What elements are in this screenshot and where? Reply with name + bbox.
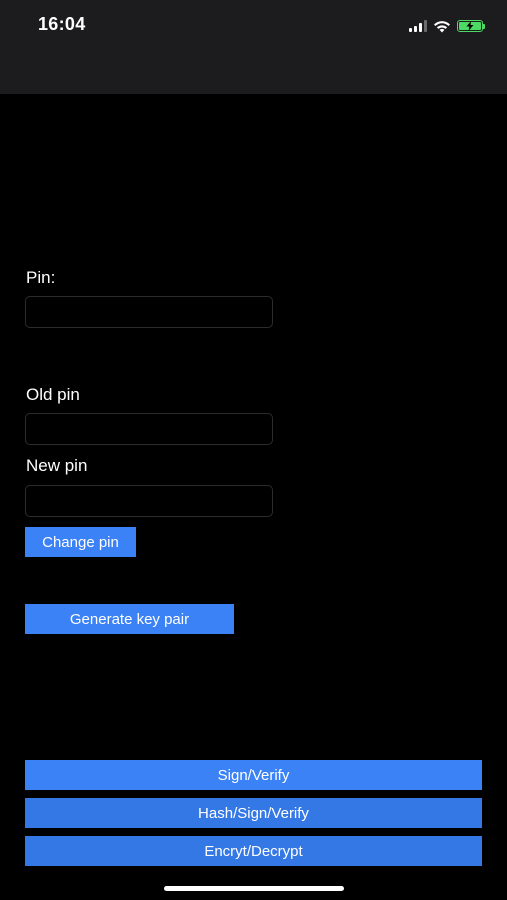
old-pin-input[interactable] [25,413,273,445]
new-pin-input[interactable] [25,485,273,517]
sign-verify-button[interactable]: Sign/Verify [25,760,482,790]
encrypt-decrypt-button[interactable]: Encryt/Decrypt [25,836,482,866]
hash-sign-verify-button[interactable]: Hash/Sign/Verify [25,798,482,828]
wifi-icon [434,20,450,32]
generate-key-pair-button[interactable]: Generate key pair [25,604,234,634]
cellular-signal-icon [409,20,427,32]
status-bar: 16:04 [0,0,507,94]
home-indicator[interactable] [164,886,344,891]
pin-label: Pin: [26,268,56,287]
status-time: 16:04 [38,14,86,34]
pin-input[interactable] [25,296,273,328]
battery-charging-icon [457,20,485,32]
new-pin-label: New pin [26,456,88,475]
old-pin-label: Old pin [26,385,80,404]
change-pin-button[interactable]: Change pin [25,527,136,557]
status-icons [409,16,485,36]
